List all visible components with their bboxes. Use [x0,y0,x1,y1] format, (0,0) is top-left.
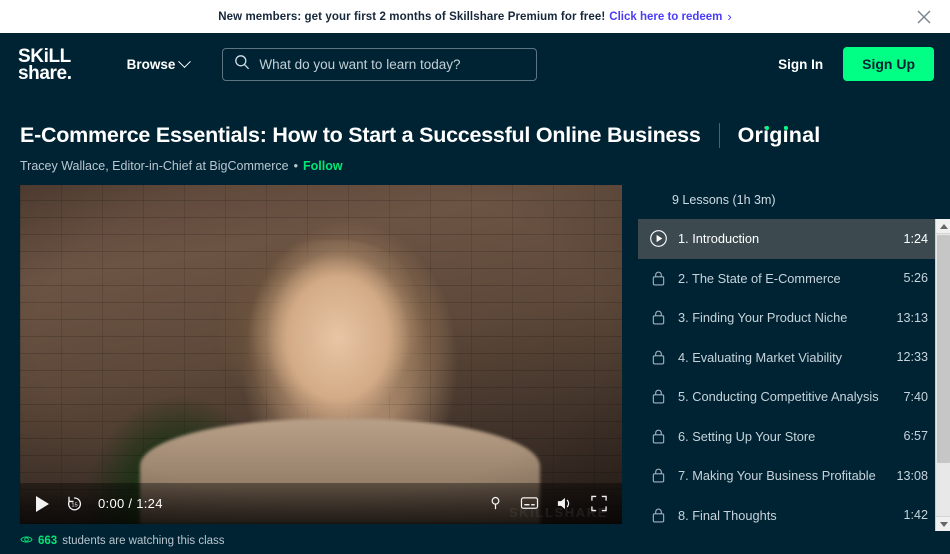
sign-up-button[interactable]: Sign Up [843,47,934,81]
logo-line-2: share. [18,63,72,84]
promo-redeem-link[interactable]: Click here to redeem [609,11,722,23]
lesson-item-7[interactable]: 7. Making Your Business Profitable 13:08 [638,456,950,496]
scrollbar-thumb[interactable] [937,235,950,463]
lesson-item-1[interactable]: 1. Introduction 1:24 [638,219,950,259]
browse-label: Browse [126,56,176,72]
volume-icon[interactable] [555,495,574,512]
lesson-duration: 5:26 [903,271,928,286]
title-row: E-Commerce Essentials: How to Start a Su… [20,123,930,148]
lesson-item-5[interactable]: 5. Conducting Competitive Analysis 7:40 [638,377,950,417]
promo-banner: New members: get your first 2 months of … [0,0,950,33]
byline-separator: • [293,159,298,173]
badge-dot-1 [764,126,769,130]
eye-icon [20,534,33,548]
lesson-duration: 1:42 [903,508,928,523]
chevron-down-icon [178,54,192,68]
play-icon[interactable] [36,495,49,512]
byline: Tracey Wallace, Editor-in-Chief at BigCo… [20,159,930,173]
lessons-summary: 9 Lessons (1h 3m) [672,193,776,207]
lesson-duration: 6:57 [903,429,928,444]
lesson-duration: 1:24 [903,231,928,246]
lesson-label: 7. Making Your Business Profitable [678,468,876,484]
page-title: E-Commerce Essentials: How to Start a Su… [20,123,701,147]
lesson-label: 3. Finding Your Product Niche [678,310,848,326]
pin-icon[interactable] [487,495,504,512]
skillshare-logo[interactable]: SKiLL share. [18,46,72,84]
watching-count: 663 [38,535,58,547]
lock-icon [644,270,672,287]
watching-text: students are watching this class [62,535,225,547]
lock-icon [644,467,672,484]
lesson-label: 4. Evaluating Market Viability [678,349,843,365]
lesson-label: 1. Introduction [678,231,760,247]
video-column: SKILLSHARE 15 0:00 / 1:24 [20,185,622,535]
skillshare-class-page: New members: get your first 2 months of … [0,0,950,554]
class-title-block: E-Commerce Essentials: How to Start a Su… [0,95,950,173]
lock-icon [644,507,672,524]
scroll-down-arrow-icon[interactable] [936,516,950,531]
fullscreen-icon[interactable] [590,495,608,512]
lesson-item-8[interactable]: 8. Final Thoughts 1:42 [638,496,950,536]
original-badge-label: Original [737,123,821,147]
video-time-display: 0:00 / 1:24 [98,496,163,511]
follow-button[interactable]: Follow [303,159,343,173]
lesson-duration: 13:08 [896,468,928,483]
lesson-duration: 13:13 [896,310,928,325]
lesson-item-3[interactable]: 3. Finding Your Product Niche 13:13 [638,298,950,338]
video-player[interactable]: SKILLSHARE 15 0:00 / 1:24 [20,185,622,524]
watching-status: 663 students are watching this class [20,534,225,548]
author-name: Tracey Wallace, Editor-in-Chief at BigCo… [20,159,289,173]
video-vignette [20,185,622,524]
video-controls-right [487,495,608,512]
header-actions: Sign In Sign Up [778,47,934,81]
lesson-item-2[interactable]: 2. The State of E-Commerce 5:26 [638,259,950,299]
scroll-up-arrow-icon[interactable] [936,219,950,234]
promo-text: New members: get your first 2 months of … [218,10,606,23]
lesson-label: 6. Setting Up Your Store [678,428,816,444]
search-icon [234,54,250,75]
sign-in-link[interactable]: Sign In [778,57,823,72]
search-input[interactable] [259,56,526,72]
lesson-duration: 12:33 [896,350,928,365]
lesson-label: 2. The State of E-Commerce [678,270,841,286]
site-header: SKiLL share. Browse Sign In Sign Up [0,33,950,95]
lesson-duration: 7:40 [903,389,928,404]
video-controls-bar: 15 0:00 / 1:24 [20,483,622,524]
search-bar[interactable] [222,47,538,81]
lesson-item-4[interactable]: 4. Evaluating Market Viability 12:33 [638,338,950,378]
chevron-right-icon: › [727,9,732,24]
lesson-label: 5. Conducting Competitive Analysis [678,389,879,405]
browse-menu[interactable]: Browse [126,54,192,72]
lock-icon [644,309,672,326]
lock-icon [644,388,672,405]
badge-dot-2 [783,126,788,130]
lock-icon [644,349,672,366]
lessons-scrollbar[interactable] [935,219,950,531]
play-circle-icon [644,229,672,248]
lesson-item-6[interactable]: 6. Setting Up Your Store 6:57 [638,417,950,457]
title-divider [718,123,720,148]
lesson-list: 1. Introduction 1:24 2. The State of E-C… [638,219,950,535]
close-icon[interactable] [914,7,934,27]
lesson-label: 8. Final Thoughts [678,507,777,523]
original-badge: Original [738,123,821,148]
captions-icon[interactable] [520,495,539,512]
lessons-panel: 9 Lessons (1h 3m) 1. Introduction 1:24 2… [638,185,950,535]
rewind-15-icon[interactable]: 15 [65,494,84,513]
svg-text:15: 15 [71,503,77,509]
lock-icon [644,428,672,445]
main-content: SKILLSHARE 15 0:00 / 1:24 [0,173,950,535]
